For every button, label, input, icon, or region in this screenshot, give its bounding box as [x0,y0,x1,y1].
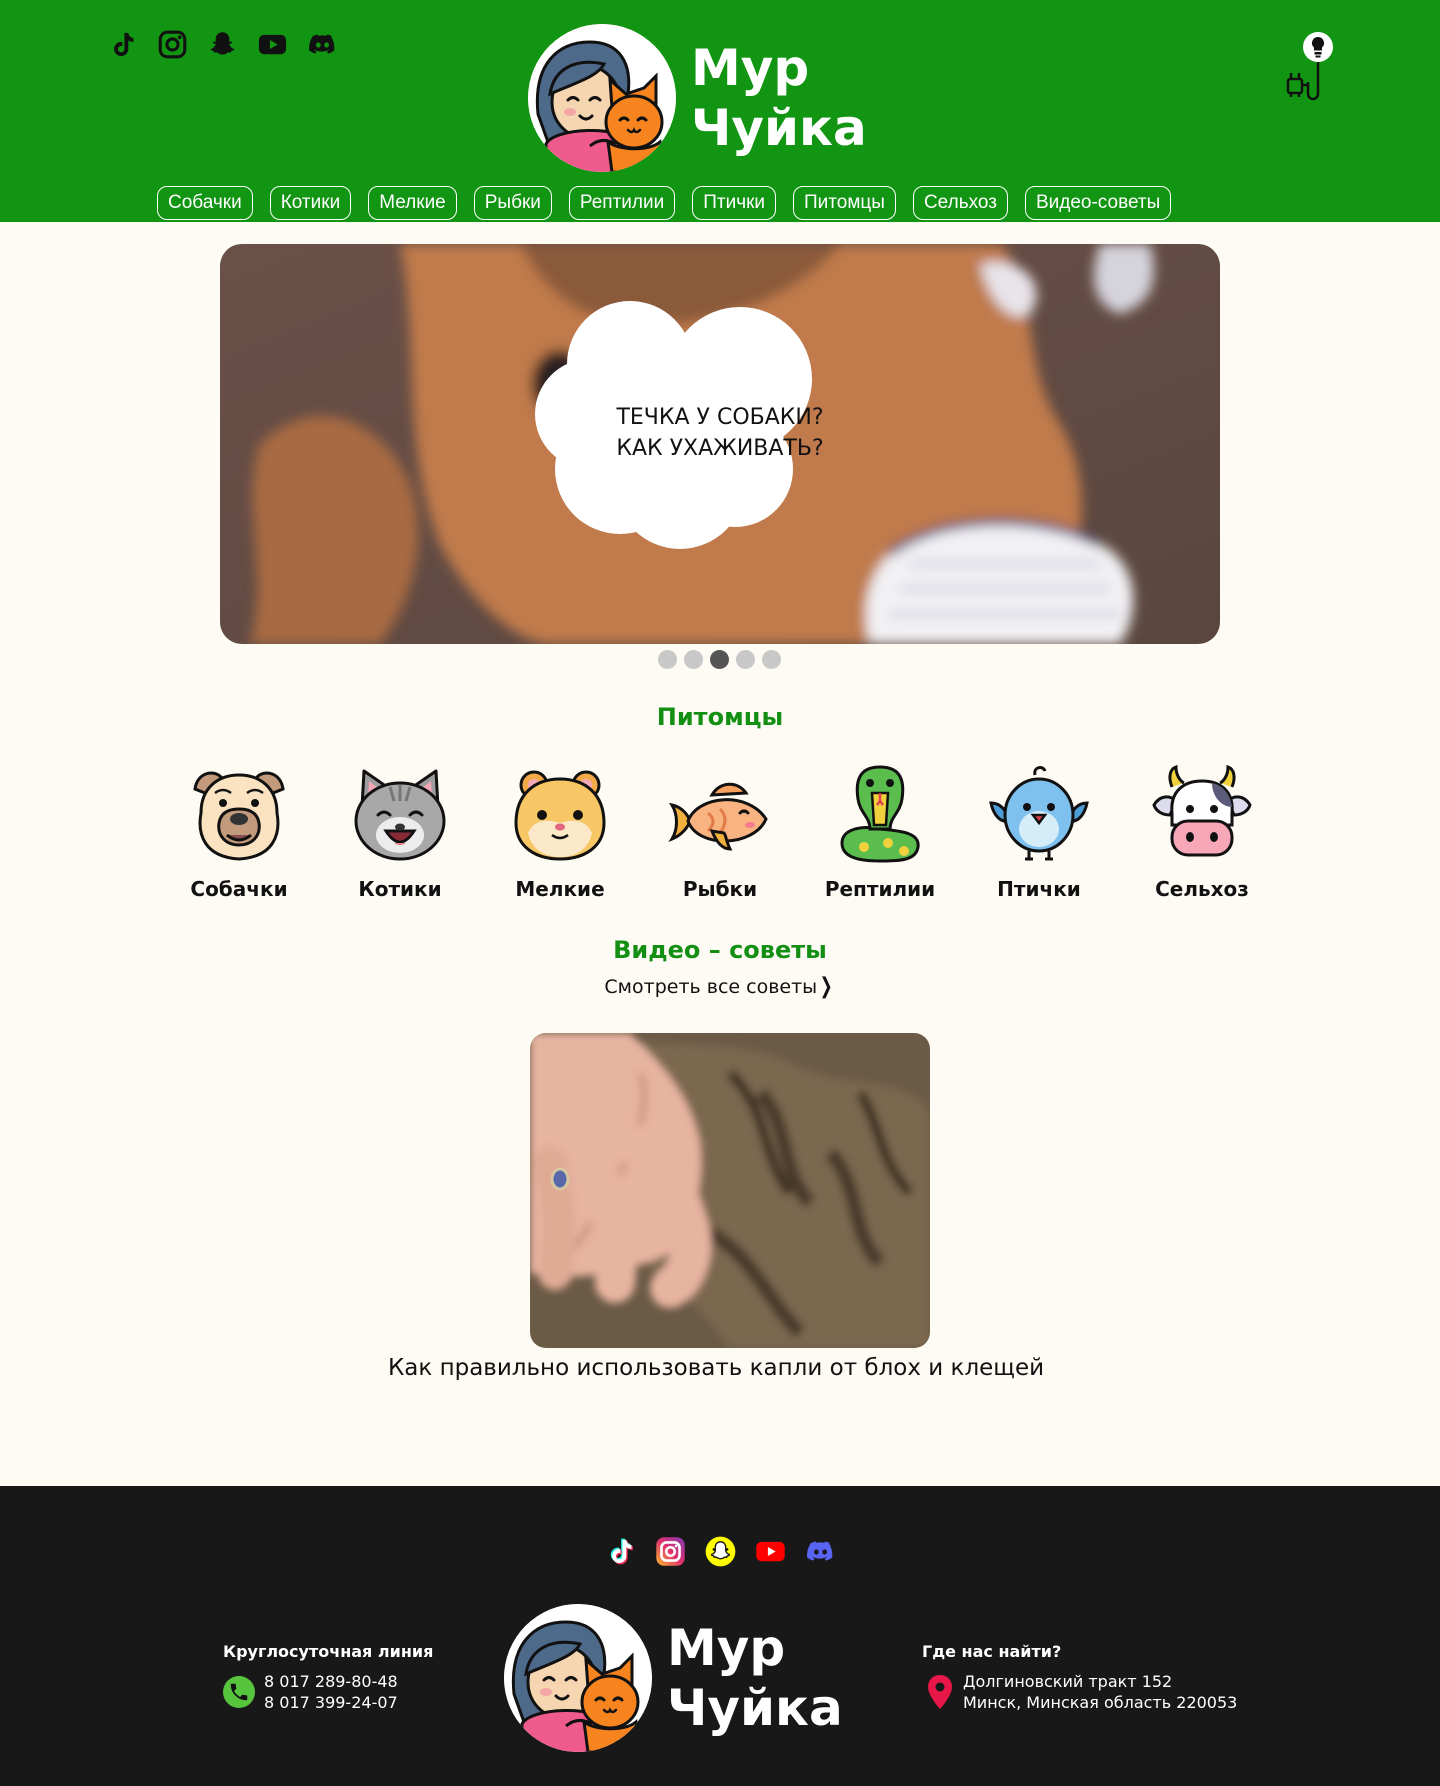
discord-icon[interactable] [307,29,338,60]
pet-label-small: Мелкие [515,877,605,901]
nav-item-small[interactable]: Мелкие [368,186,457,220]
address-title: Где нас найти? [922,1642,1062,1661]
pet-label-reptiles: Рептилии [824,877,936,901]
video-thumbnail[interactable] [530,1033,930,1348]
nav-item-pets[interactable]: Питомцы [793,186,896,220]
slider-dots [658,650,781,669]
address-block: Где нас найти? Долгиновский тракт 152 Ми… [922,1642,1237,1713]
pet-card-reptiles[interactable]: Рептилии [805,763,955,901]
header-social-links [107,29,338,60]
footer-social-links [605,1536,836,1567]
pets-section-title: Питомцы [656,703,784,731]
slider-dot-1[interactable] [658,650,677,669]
site-header: Мур Чуйка Собачки Котики Мелкие Рыбки Ре… [0,0,1440,222]
main-nav: Собачки Котики Мелкие Рыбки Рептилии Пти… [157,186,1172,220]
hero-title-line-1: ТЕЧКА У СОБАКИ? [616,405,824,430]
pet-label-dogs: Собачки [190,877,288,901]
snake-icon [840,765,920,863]
logo-line-2: Чуйка [691,99,867,157]
snapchat-icon[interactable] [207,29,238,60]
cow-icon [1152,764,1252,857]
pet-card-cats[interactable]: Котики [325,763,475,901]
pet-card-dogs[interactable]: Собачки [164,763,314,901]
hotline-block: Круглосуточная линия 8 017 289-80-48 8 0… [223,1642,433,1713]
pet-label-cats: Котики [358,877,442,901]
slider-dot-5[interactable] [762,650,781,669]
site-footer: Круглосуточная линия 8 017 289-80-48 8 0… [0,1486,1440,1786]
slider-dot-3-active[interactable] [710,650,729,669]
pet-label-farm: Сельхоз [1155,877,1249,901]
nav-item-cats[interactable]: Котики [269,186,352,220]
footer-logo-text: Мур Чуйка [667,1618,843,1738]
nav-item-video-tips[interactable]: Видео-советы [1024,186,1172,220]
tiktok-icon[interactable] [107,29,138,60]
slider-dot-4[interactable] [736,650,755,669]
footer-logo-line-2: Чуйка [667,1679,843,1737]
all-tips-link[interactable]: Смотреть все советы ❯ [0,974,1440,999]
phone-number-1[interactable]: 8 017 289-80-48 [264,1671,398,1692]
snapchat-icon[interactable] [705,1536,736,1567]
pet-card-fish[interactable]: Рыбки [645,763,795,901]
logo-text: Мур Чуйка [691,38,867,158]
nav-item-fish[interactable]: Рыбки [473,186,552,220]
logo-line-1: Мур [691,39,810,97]
discord-icon[interactable] [805,1536,836,1567]
pet-card-farm[interactable]: Сельхоз [1127,763,1277,901]
hotline-title: Круглосуточная линия [223,1642,434,1661]
theme-toggle-lightbulb-icon[interactable] [1280,29,1336,101]
tiktok-icon[interactable] [605,1536,636,1567]
map-pin-icon [928,1675,952,1709]
address-line-1: Долгиновский тракт 152 [963,1672,1173,1691]
pet-label-fish: Рыбки [682,877,758,901]
phone-icon [223,1676,255,1708]
hero-title-line-2: КАК УХАЖИВАТЬ? [616,436,824,461]
logo-girl-cat-icon [504,1604,652,1752]
pet-card-birds[interactable]: Птички [964,763,1114,901]
phone-number-2[interactable]: 8 017 399-24-07 [264,1692,398,1713]
youtube-icon[interactable] [755,1536,786,1567]
fish-icon [668,782,768,851]
hamster-icon [514,770,606,861]
footer-logo-line-1: Мур [667,1619,786,1677]
youtube-icon[interactable] [257,29,288,60]
logo-girl-cat-icon [528,24,676,172]
instagram-icon[interactable] [655,1536,686,1567]
footer-logo[interactable]: Мур Чуйка [504,1604,843,1752]
bird-icon [989,766,1089,861]
slider-dot-2[interactable] [684,650,703,669]
chevron-right-icon: ❯ [819,974,833,999]
pet-label-birds: Птички [997,877,1081,901]
pet-card-small[interactable]: Мелкие [485,763,635,901]
video-section-title: Видео – советы [613,936,827,964]
video-caption[interactable]: Как правильно использовать капли от блох… [0,1355,1432,1381]
instagram-icon[interactable] [157,29,188,60]
all-tips-link-label: Смотреть все советы [604,976,818,998]
nav-item-reptiles[interactable]: Рептилии [568,186,676,220]
cat-icon [354,769,446,861]
nav-item-birds[interactable]: Птички [692,186,777,220]
nav-item-farm[interactable]: Сельхоз [912,186,1008,220]
address-line-2: Минск, Минская область 220053 [963,1693,1238,1712]
bulldog-icon [193,771,285,861]
hero-title: ТЕЧКА У СОБАКИ? КАК УХАЖИВАТЬ? [570,402,870,464]
nav-item-dogs[interactable]: Собачки [157,186,253,220]
site-logo[interactable]: Мур Чуйка [528,24,867,172]
